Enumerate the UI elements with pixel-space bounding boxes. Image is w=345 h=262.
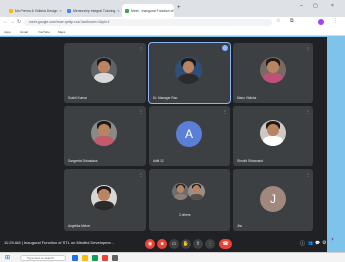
new-tab-button[interactable]: + bbox=[177, 5, 181, 11]
participant-photo bbox=[91, 185, 117, 211]
chat-icon[interactable]: 💬 bbox=[315, 240, 320, 245]
bookmark-star-icon[interactable]: ☆ bbox=[276, 18, 280, 24]
participant-tile-group[interactable]: 2 others bbox=[149, 169, 230, 231]
tile-menu-icon[interactable]: ⋮ bbox=[139, 172, 143, 177]
participant-tile[interactable]: A ⋮ Aditi 12 bbox=[149, 106, 230, 166]
participant-tile[interactable]: ⋮ Dr. Manager Rao bbox=[148, 42, 231, 104]
participant-tile[interactable]: ⋮ Sangeeta Srivastava bbox=[64, 106, 146, 166]
tab-favicon-icon bbox=[67, 8, 71, 13]
participant-name: Aditi 12 bbox=[153, 159, 164, 163]
profile-avatar[interactable] bbox=[318, 19, 324, 25]
browser-tab-active[interactable]: Meet - Inaugural Function of × bbox=[122, 4, 174, 17]
meeting-time: 11:25 AM bbox=[4, 240, 21, 245]
participant-photo bbox=[188, 183, 205, 200]
meeting-time-title: 11:25 AM | Inaugural Function of STL on … bbox=[4, 240, 114, 245]
meet-call-area: ⋮ Sushil Kumar ⋮ Dr. Manager Rao ⋮ Manu … bbox=[0, 37, 327, 262]
participant-photo bbox=[260, 120, 286, 146]
participant-tile[interactable]: ⋮ Shruthi Shivanand bbox=[233, 106, 313, 166]
bookmarks-bar: Apps Gmail YouTube Maps bbox=[0, 28, 345, 36]
tab-favicon-icon bbox=[125, 8, 129, 13]
people-count-badge: 9 bbox=[330, 237, 335, 242]
present-button[interactable]: ⇧ bbox=[193, 239, 203, 249]
title-separator: | bbox=[21, 240, 23, 245]
tile-menu-icon[interactable]: ⋮ bbox=[306, 46, 310, 51]
bookmark-item[interactable]: YouTube bbox=[38, 30, 50, 34]
bookmark-item[interactable]: Apps bbox=[4, 30, 11, 34]
participant-photo bbox=[175, 57, 202, 84]
people-icon[interactable]: 👥 bbox=[308, 240, 313, 245]
browser-tab[interactable]: Ms.Prerna & Vidisha Design × bbox=[6, 4, 64, 17]
taskbar-app-icon[interactable] bbox=[92, 255, 98, 261]
bookmark-item[interactable]: Maps bbox=[58, 30, 65, 34]
address-bar-row: ← → ↻ meet.google.com/mue-qmkp-nuu?authu… bbox=[0, 17, 345, 28]
participant-name: Jhu bbox=[237, 224, 243, 228]
browser-menu-icon[interactable]: ⋮ bbox=[333, 18, 338, 24]
url-input[interactable]: meet.google.com/mue-qmkp-nuu?authuser=1&… bbox=[24, 19, 272, 26]
info-icon[interactable]: ⓘ bbox=[300, 240, 305, 247]
raise-hand-button[interactable]: ✋ bbox=[181, 239, 191, 249]
participant-photo bbox=[91, 57, 117, 83]
participant-photo bbox=[172, 183, 189, 200]
meet-control-bar: 11:25 AM | Inaugural Function of STL on … bbox=[0, 236, 335, 252]
participant-name: Sangeeta Srivastava bbox=[68, 159, 98, 163]
participant-tile[interactable]: ⋮ Manu Vidisha bbox=[233, 43, 313, 103]
tab-close-icon[interactable]: × bbox=[117, 8, 119, 13]
taskbar-app-icon[interactable] bbox=[82, 255, 88, 261]
tile-menu-icon[interactable]: ⋮ bbox=[139, 109, 143, 114]
taskbar-app-icon[interactable] bbox=[112, 255, 118, 261]
meeting-title: Inaugural Function of STL on Mindful Dev… bbox=[23, 240, 115, 245]
participant-avatar-letter: J bbox=[260, 186, 286, 212]
tab-favicon-icon bbox=[9, 8, 13, 13]
reload-button[interactable]: ↻ bbox=[17, 19, 21, 25]
participant-name: 2 others bbox=[179, 213, 191, 217]
tab-close-icon[interactable]: × bbox=[59, 8, 61, 13]
start-menu-icon[interactable]: ⊞ bbox=[5, 254, 10, 261]
tile-menu-icon[interactable]: ⋮ bbox=[223, 109, 227, 114]
tab-label: Ms.Prerna & Vidisha Design bbox=[15, 8, 58, 13]
mic-off-button[interactable]: ◉ bbox=[145, 239, 155, 249]
participant-photo bbox=[260, 57, 286, 83]
taskbar-app-icon[interactable] bbox=[102, 255, 108, 261]
more-options-button[interactable]: ⋮ bbox=[205, 239, 215, 249]
close-window-button[interactable]: × bbox=[331, 3, 334, 9]
captions-button[interactable]: ▭ bbox=[169, 239, 179, 249]
bookmark-item[interactable]: Gmail bbox=[20, 30, 28, 34]
taskbar-app-icon[interactable] bbox=[72, 255, 78, 261]
participant-name: Dr. Manager Rao bbox=[153, 96, 178, 100]
taskbar-search-input[interactable]: Type here to search bbox=[20, 255, 66, 261]
participant-name: Angelika Meher bbox=[68, 224, 91, 228]
browser-tab-bar: Ms.Prerna & Vidisha Design × Mentorship … bbox=[0, 0, 345, 17]
tab-label: Meet - Inaugural Function of bbox=[131, 8, 174, 13]
participant-tile[interactable]: J ⋮ Jhu bbox=[233, 169, 313, 231]
participant-name: Shruthi Shivanand bbox=[237, 159, 264, 163]
participant-tile[interactable]: ⋮ Angelika Meher bbox=[64, 169, 146, 231]
participant-name: Sushil Kumar bbox=[68, 96, 87, 100]
leave-call-button[interactable]: ☎ bbox=[219, 239, 232, 249]
back-button[interactable]: ← bbox=[3, 19, 8, 25]
tile-menu-icon[interactable]: ⋮ bbox=[306, 109, 310, 114]
forward-button[interactable]: → bbox=[10, 19, 15, 25]
participant-photo bbox=[91, 120, 117, 146]
tab-label: Mentorship Integral Tutoring bbox=[73, 8, 116, 13]
browser-tab[interactable]: Mentorship Integral Tutoring × bbox=[64, 4, 122, 17]
tile-menu-icon[interactable]: ⋮ bbox=[139, 46, 143, 51]
participant-avatar-letter: A bbox=[176, 121, 202, 147]
windows-taskbar: ⊞ Type here to search bbox=[0, 252, 345, 262]
tile-menu-icon[interactable]: ⋮ bbox=[306, 172, 310, 177]
activities-icon[interactable]: ⚙ bbox=[322, 240, 326, 246]
pin-badge-icon[interactable]: ⋮ bbox=[222, 45, 228, 51]
camera-off-button[interactable]: ■ bbox=[157, 239, 167, 249]
participant-name: Manu Vidisha bbox=[237, 96, 257, 100]
minimize-button[interactable]: – bbox=[300, 3, 303, 9]
extensions-icon[interactable]: ⧉ bbox=[290, 18, 294, 24]
maximize-button[interactable]: ▢ bbox=[313, 3, 318, 9]
participant-tile[interactable]: ⋮ Sushil Kumar bbox=[64, 43, 146, 103]
